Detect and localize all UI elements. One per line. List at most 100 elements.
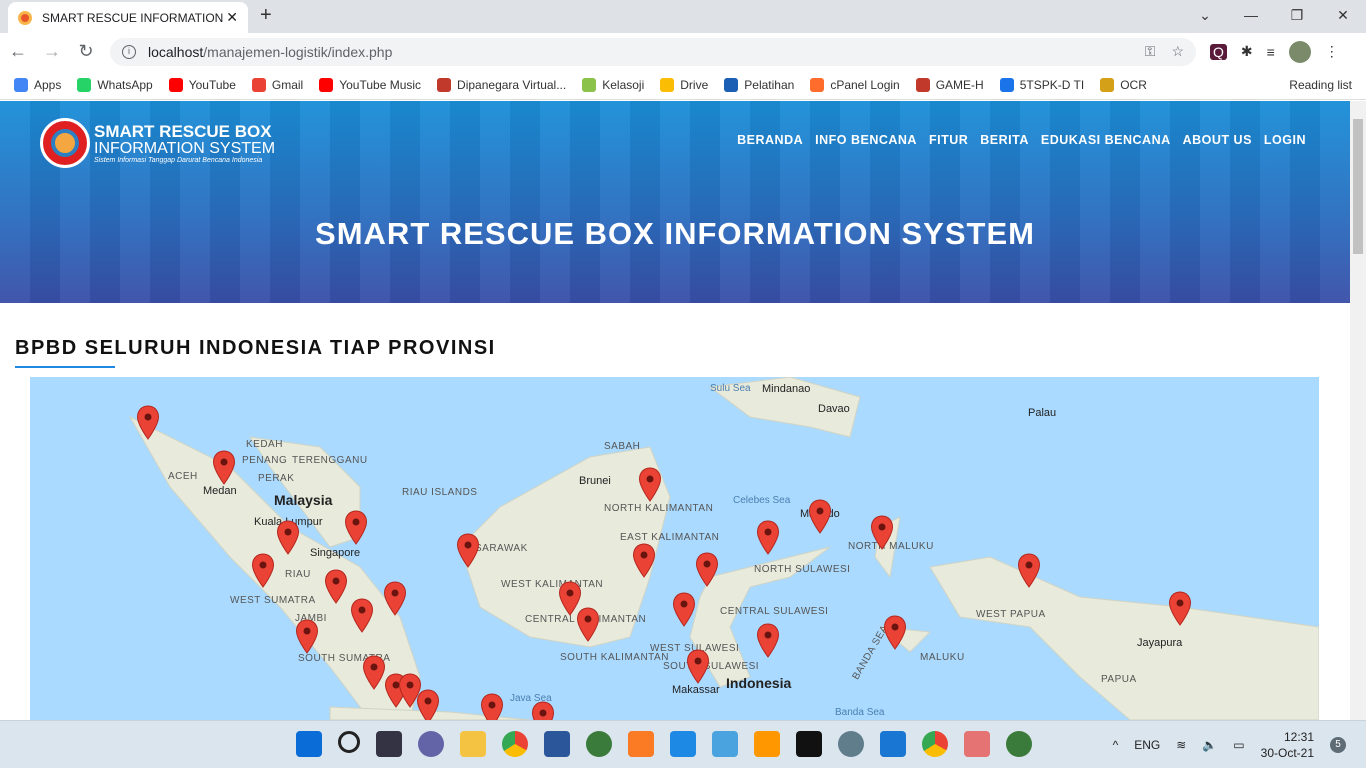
map-marker-pin-icon[interactable] <box>383 581 407 617</box>
map-marker-pin-icon[interactable] <box>295 619 319 655</box>
map-marker-pin-icon[interactable] <box>212 450 236 486</box>
map-marker-pin-icon[interactable] <box>324 569 348 605</box>
bookmark-item[interactable]: YouTube Music <box>319 77 421 92</box>
clock[interactable]: 12:31 30-Oct-21 <box>1261 729 1314 761</box>
xampp-icon[interactable] <box>628 731 654 757</box>
close-tab-icon[interactable]: ✕ <box>226 9 238 26</box>
menu-kebab-icon[interactable]: ⋮ <box>1325 43 1339 60</box>
nav-edukasi-bencana[interactable]: EDUKASI BENCANA <box>1041 133 1171 147</box>
settings-gear-icon[interactable] <box>838 731 864 757</box>
chat-icon[interactable] <box>418 731 444 757</box>
map-marker-pin-icon[interactable] <box>1168 591 1192 627</box>
map-marker-pin-icon[interactable] <box>756 623 780 659</box>
bookmark-favicon-icon <box>77 77 92 92</box>
bookmark-item[interactable]: YouTube <box>168 77 236 92</box>
map-marker-pin-icon[interactable] <box>632 543 656 579</box>
browser-tab[interactable]: SMART RESCUE INFORMATION ✕ <box>8 2 248 33</box>
volume-icon[interactable]: 🔈 <box>1202 738 1217 752</box>
search-icon[interactable] <box>338 731 360 753</box>
notepad-icon[interactable] <box>712 731 738 757</box>
bookmark-favicon-icon <box>915 77 930 92</box>
nav-login[interactable]: LOGIN <box>1264 133 1306 147</box>
word-icon[interactable] <box>544 731 570 757</box>
extension-icon[interactable]: Q <box>1210 43 1227 60</box>
wifi-icon[interactable]: ≋ <box>1176 738 1186 752</box>
bookmark-item[interactable]: Gmail <box>251 77 303 92</box>
hs-app-icon-2[interactable] <box>1006 731 1032 757</box>
back-button[interactable]: ← <box>8 41 28 62</box>
forward-button[interactable]: → <box>42 41 62 62</box>
notification-badge[interactable]: 5 <box>1330 737 1346 753</box>
map-marker-pin-icon[interactable] <box>576 607 600 643</box>
address-bar[interactable]: i localhost/manajemen-logistik/index.php ⚿… <box>110 37 1196 66</box>
chevron-up-icon[interactable]: ^ <box>1113 738 1119 752</box>
scrollbar-thumb[interactable] <box>1353 119 1363 254</box>
bookmark-item[interactable]: Apps <box>14 77 61 92</box>
map-marker-pin-icon[interactable] <box>456 533 480 569</box>
bookmark-item[interactable]: GAME-H <box>915 77 984 92</box>
tab-strip: SMART RESCUE INFORMATION ✕ + ⌄ — ❐ ✕ <box>0 0 1366 33</box>
chrome-icon-2[interactable] <box>922 731 948 757</box>
map-marker-pin-icon[interactable] <box>638 467 662 503</box>
page-scrollbar[interactable] <box>1350 101 1366 720</box>
bpbd-map[interactable]: Sulu Sea Mindanao Davao Palau KEDAH ACEH PENAN… <box>30 377 1319 720</box>
nav-fitur[interactable]: FITUR <box>929 133 968 147</box>
sublime-text-icon[interactable] <box>754 731 780 757</box>
windows-start-icon[interactable] <box>296 731 322 757</box>
site-info-icon[interactable]: i <box>122 44 136 59</box>
map-marker-pin-icon[interactable] <box>756 520 780 556</box>
restore-button[interactable]: ❐ <box>1274 0 1320 30</box>
new-tab-button[interactable]: + <box>260 4 272 27</box>
media-control-icon[interactable]: ≡ <box>1267 44 1275 60</box>
map-marker-pin-icon[interactable] <box>1017 553 1041 589</box>
nav-about-us[interactable]: ABOUT US <box>1183 133 1252 147</box>
hs-app-icon[interactable] <box>586 731 612 757</box>
bookmark-star-icon[interactable]: ☆ <box>1171 43 1184 60</box>
map-marker-pin-icon[interactable] <box>870 515 894 551</box>
map-marker-pin-icon[interactable] <box>251 553 275 589</box>
nav-beranda[interactable]: BERANDA <box>737 133 803 147</box>
bookmark-item[interactable]: OCR <box>1100 77 1147 92</box>
profile-avatar[interactable] <box>1288 40 1311 63</box>
map-marker-pin-icon[interactable] <box>808 499 832 535</box>
reload-button[interactable]: ↻ <box>76 41 96 62</box>
bookmark-item[interactable]: 5TSPK-D TI <box>999 77 1084 92</box>
bookmark-item[interactable]: Pelatihan <box>724 77 794 92</box>
map-marker-pin-icon[interactable] <box>695 552 719 588</box>
map-marker-pin-icon[interactable] <box>883 615 907 651</box>
bookmark-item[interactable]: cPanel Login <box>810 77 900 92</box>
task-view-icon[interactable] <box>376 731 402 757</box>
nav-info-bencana[interactable]: INFO BENCANA <box>815 133 917 147</box>
map-marker-pin-icon[interactable] <box>276 520 300 556</box>
bookmark-item[interactable]: Kelasoji <box>582 77 644 92</box>
terminal-icon[interactable] <box>796 731 822 757</box>
map-marker-pin-icon[interactable] <box>531 701 555 720</box>
minimize-button[interactable]: — <box>1228 0 1274 30</box>
snipping-tool-icon[interactable] <box>964 731 990 757</box>
nav-berita[interactable]: BERITA <box>980 133 1029 147</box>
file-explorer-icon[interactable] <box>460 731 486 757</box>
language-indicator[interactable]: ENG <box>1134 738 1160 752</box>
bookmark-item[interactable]: Drive <box>660 77 708 92</box>
close-window-button[interactable]: ✕ <box>1320 0 1366 30</box>
map-marker-pin-icon[interactable] <box>416 689 440 720</box>
reading-list-button[interactable]: Reading list <box>1289 78 1352 92</box>
vscode-icon[interactable] <box>670 731 696 757</box>
bookmark-item[interactable]: Dipanegara Virtual... <box>437 77 566 92</box>
map-marker-pin-icon[interactable] <box>480 693 504 720</box>
map-marker-pin-icon[interactable] <box>344 510 368 546</box>
map-marker-pin-icon[interactable] <box>672 592 696 628</box>
map-marker-pin-icon[interactable] <box>362 655 386 691</box>
extensions-puzzle-icon[interactable]: ✱ <box>1241 43 1253 60</box>
map-label: WEST SUMATRA <box>230 595 316 606</box>
map-marker-pin-icon[interactable] <box>350 598 374 634</box>
site-logo[interactable]: SMART RESCUE BOX INFORMATION SYSTEM Sistem… <box>40 118 275 168</box>
key-icon[interactable]: ⚿ <box>1145 43 1156 60</box>
battery-icon[interactable]: ▭ <box>1233 738 1244 752</box>
media-player-icon[interactable] <box>880 731 906 757</box>
map-marker-pin-icon[interactable] <box>686 649 710 685</box>
map-marker-pin-icon[interactable] <box>136 405 160 441</box>
chrome-icon[interactable] <box>502 731 528 757</box>
tab-search-icon[interactable]: ⌄ <box>1182 0 1228 30</box>
bookmark-item[interactable]: WhatsApp <box>77 77 153 92</box>
